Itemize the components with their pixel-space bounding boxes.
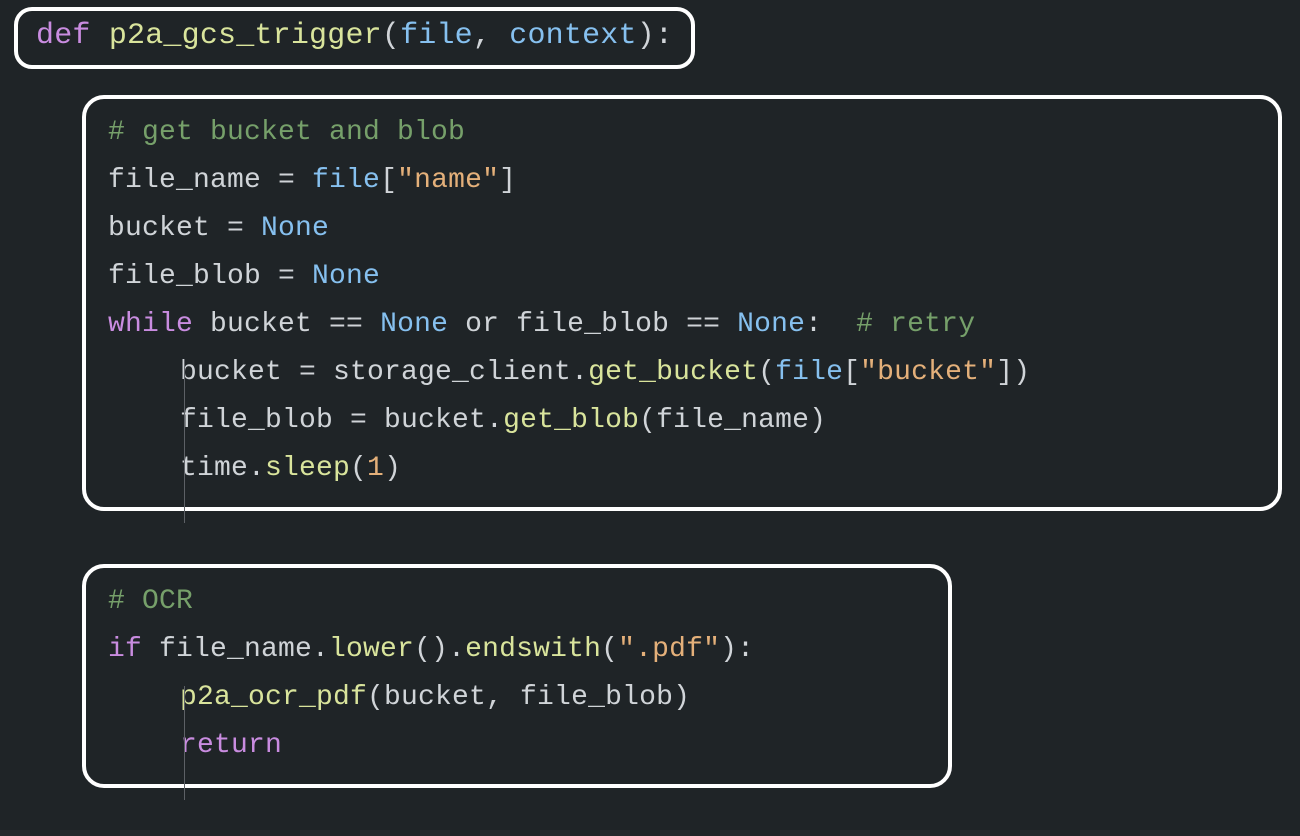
token: or file_blob == xyxy=(448,309,737,340)
code-box-ocr: # OCR if file_name.lower().endswith(".pd… xyxy=(82,564,952,788)
bottom-decorative-strip xyxy=(0,830,1300,836)
token-function: lower xyxy=(329,634,414,665)
token-keyword: def xyxy=(36,19,109,53)
code-line: bucket = storage_client.get_bucket(file[… xyxy=(108,349,1256,397)
token: time. xyxy=(180,453,265,484)
token: (). xyxy=(414,634,465,665)
token: [ xyxy=(843,357,860,388)
token-string: ".pdf" xyxy=(618,634,720,665)
token-function: sleep xyxy=(265,453,350,484)
token-function: get_blob xyxy=(503,405,639,436)
token: ]) xyxy=(996,357,1030,388)
token: ) xyxy=(384,453,401,484)
token: , xyxy=(473,19,509,53)
token: bucket = storage_client. xyxy=(180,357,588,388)
token-keyword: while xyxy=(108,309,210,340)
token-param: file xyxy=(400,19,473,53)
token-comment: # OCR xyxy=(108,586,193,617)
token: file_name. xyxy=(159,634,329,665)
token: : xyxy=(805,309,822,340)
token-keyword: if xyxy=(108,634,159,665)
code-box-def: def p2a_gcs_trigger(file, context): xyxy=(14,7,695,69)
token: bucket = xyxy=(108,213,261,244)
code-line: file_name = file["name"] xyxy=(108,157,1256,205)
token-keyword: return xyxy=(180,730,282,761)
token: file_blob = bucket. xyxy=(180,405,503,436)
token-none: None xyxy=(380,309,448,340)
token: bucket == xyxy=(210,309,380,340)
token: ): xyxy=(720,634,754,665)
code-line: while bucket == None or file_blob == Non… xyxy=(108,301,1256,349)
token-function: p2a_gcs_trigger xyxy=(109,19,382,53)
token: ): xyxy=(637,19,673,53)
token-number: 1 xyxy=(367,453,384,484)
code-line: file_blob = bucket.get_blob(file_name) xyxy=(108,397,1256,445)
indent-guide xyxy=(184,359,185,523)
code-line: if file_name.lower().endswith(".pdf"): xyxy=(108,626,926,674)
code-line: p2a_ocr_pdf(bucket, file_blob) xyxy=(108,674,926,722)
token-string: "bucket" xyxy=(860,357,996,388)
code-line: file_blob = None xyxy=(108,253,1256,301)
token: file_blob = xyxy=(108,261,312,292)
token: ( xyxy=(758,357,775,388)
code-line: return xyxy=(108,722,926,770)
token-comment: # get bucket and blob xyxy=(108,117,465,148)
token: [ xyxy=(380,165,397,196)
token-function: endswith xyxy=(465,634,601,665)
token: ( xyxy=(601,634,618,665)
code-line: def p2a_gcs_trigger(file, context): xyxy=(36,12,673,60)
token: ] xyxy=(499,165,516,196)
token: file xyxy=(775,357,843,388)
code-line: bucket = None xyxy=(108,205,1256,253)
token-param: context xyxy=(509,19,636,53)
token: (file_name) xyxy=(639,405,826,436)
code-line: # OCR xyxy=(108,578,926,626)
indent-guide xyxy=(184,686,185,800)
code-box-body: # get bucket and blob file_name = file["… xyxy=(82,95,1282,511)
token: file xyxy=(312,165,380,196)
token: file_name = xyxy=(108,165,312,196)
token: ( xyxy=(350,453,367,484)
token-function: p2a_ocr_pdf xyxy=(180,682,367,713)
token-string: "name" xyxy=(397,165,499,196)
token xyxy=(822,309,856,340)
token-none: None xyxy=(737,309,805,340)
token-function: get_bucket xyxy=(588,357,758,388)
token-none: None xyxy=(261,213,329,244)
token-none: None xyxy=(312,261,380,292)
token: (bucket, file_blob) xyxy=(367,682,690,713)
code-line: time.sleep(1) xyxy=(108,445,1256,493)
token-comment: # retry xyxy=(856,309,975,340)
token: ( xyxy=(382,19,400,53)
code-line: # get bucket and blob xyxy=(108,109,1256,157)
